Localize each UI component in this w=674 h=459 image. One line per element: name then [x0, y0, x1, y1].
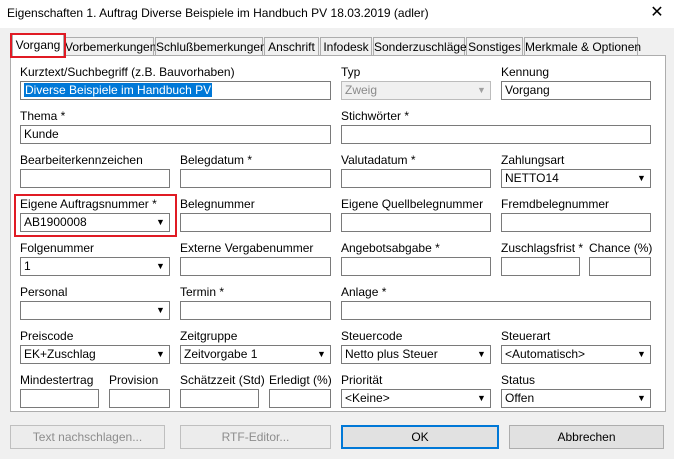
zeitgruppe-value: Zeitvorgabe 1: [184, 347, 258, 361]
tab-sonstiges[interactable]: Sonstiges: [466, 37, 523, 55]
folgenummer-select[interactable]: 1 ▼: [20, 257, 170, 276]
status-select[interactable]: Offen ▼: [501, 389, 651, 408]
ok-button[interactable]: OK: [341, 425, 499, 449]
steuerart-value: <Automatisch>: [505, 347, 586, 361]
personal-select[interactable]: ▼: [20, 301, 170, 320]
kennung-input[interactable]: Vorgang: [501, 81, 651, 100]
preiscode-value: EK+Zuschlag: [24, 347, 96, 361]
kurztext-input[interactable]: Diverse Beispiele im Handbuch PV: [20, 81, 331, 100]
label-schaetzzeit: Schätzzeit (Std): [180, 373, 265, 387]
label-personal: Personal: [20, 285, 68, 299]
chevron-down-icon: ▼: [477, 85, 486, 95]
label-valutadatum: Valutadatum *: [341, 153, 416, 167]
label-stichwoerter: Stichwörter *: [341, 109, 410, 123]
label-quellbelegnummer: Eigene Quellbelegnummer: [341, 197, 484, 211]
label-steuerart: Steuerart: [501, 329, 551, 343]
steuercode-select[interactable]: Netto plus Steuer ▼: [341, 345, 491, 364]
label-zeitgruppe: Zeitgruppe: [180, 329, 238, 343]
termin-input[interactable]: [180, 301, 331, 320]
highlight-tab-vorgang: [10, 33, 66, 58]
label-termin: Termin *: [180, 285, 225, 299]
chevron-down-icon[interactable]: ▼: [634, 347, 649, 362]
belegdatum-input[interactable]: [180, 169, 331, 188]
label-preiscode: Preiscode: [20, 329, 74, 343]
chevron-down-icon[interactable]: ▼: [634, 171, 649, 186]
zeitgruppe-select[interactable]: Zeitvorgabe 1 ▼: [180, 345, 331, 364]
angebotsabgabe-input[interactable]: [341, 257, 491, 276]
label-steuercode: Steuercode: [341, 329, 403, 343]
label-ext-vergabenummer: Externe Vergabenummer: [180, 241, 314, 255]
chevron-down-icon[interactable]: ▼: [634, 391, 649, 406]
label-belegdatum: Belegdatum *: [180, 153, 253, 167]
anlage-input[interactable]: [341, 301, 651, 320]
close-icon[interactable]: ✕: [646, 3, 668, 23]
mindestertrag-input[interactable]: [20, 389, 99, 408]
fremdbelegnummer-input[interactable]: [501, 213, 651, 232]
ext-vergabenummer-input[interactable]: [180, 257, 331, 276]
chevron-down-icon[interactable]: ▼: [474, 347, 489, 362]
label-folgenummer: Folgenummer: [20, 241, 95, 255]
chevron-down-icon[interactable]: ▼: [153, 347, 168, 362]
provision-input[interactable]: [109, 389, 170, 408]
valutadatum-input[interactable]: [341, 169, 491, 188]
label-provision: Provision: [109, 373, 159, 387]
label-zahlungsart: Zahlungsart: [501, 153, 565, 167]
tab-infodesk[interactable]: Infodesk: [320, 37, 372, 55]
highlight-auftragsnummer: [14, 194, 177, 237]
cancel-button[interactable]: Abbrechen: [509, 425, 664, 449]
rtf-editor-button[interactable]: RTF-Editor...: [180, 425, 331, 449]
label-fremdbelegnummer: Fremdbelegnummer: [501, 197, 610, 211]
bearbeiter-input[interactable]: [20, 169, 170, 188]
erledigt-input[interactable]: [269, 389, 331, 408]
label-chance: Chance (%): [589, 241, 653, 255]
label-mindestertrag: Mindestertrag: [20, 373, 94, 387]
zahlungsart-value: NETTO14: [505, 171, 559, 185]
label-bearbeiter: Bearbeiterkennzeichen: [20, 153, 143, 167]
tab-merkmale-optionen[interactable]: Merkmale & Optionen: [524, 37, 641, 55]
label-typ: Typ: [341, 65, 361, 79]
label-belegnummer: Belegnummer: [180, 197, 255, 211]
label-prioritaet: Priorität: [341, 373, 383, 387]
tab-schlussbemerkungen[interactable]: Schlußbemerkungen: [155, 37, 267, 55]
label-thema: Thema *: [20, 109, 66, 123]
label-erledigt: Erledigt (%): [269, 373, 332, 387]
typ-select: Zweig ▼: [341, 81, 491, 100]
tab-sonderzuschlaege[interactable]: Sonderzuschläge: [373, 37, 467, 55]
label-kennung: Kennung: [501, 65, 550, 79]
kurztext-value: Diverse Beispiele im Handbuch PV: [24, 83, 213, 97]
steuercode-value: Netto plus Steuer: [345, 347, 438, 361]
chevron-down-icon[interactable]: ▼: [153, 303, 168, 318]
prioritaet-value: <Keine>: [345, 391, 390, 405]
window-title: Eigenschaften 1. Auftrag Diverse Beispie…: [7, 6, 429, 20]
stichwoerter-input[interactable]: [341, 125, 651, 144]
folgenummer-value: 1: [24, 259, 31, 273]
preiscode-select[interactable]: EK+Zuschlag ▼: [20, 345, 170, 364]
text-lookup-button[interactable]: Text nachschlagen...: [10, 425, 165, 449]
chevron-down-icon[interactable]: ▼: [314, 347, 329, 362]
belegnummer-input[interactable]: [180, 213, 331, 232]
prioritaet-select[interactable]: <Keine> ▼: [341, 389, 491, 408]
zahlungsart-select[interactable]: NETTO14 ▼: [501, 169, 651, 188]
label-zuschlagsfrist: Zuschlagsfrist *: [501, 241, 584, 255]
chevron-down-icon[interactable]: ▼: [474, 391, 489, 406]
chance-input[interactable]: [589, 257, 651, 276]
steuerart-select[interactable]: <Automatisch> ▼: [501, 345, 651, 364]
quellbelegnummer-input[interactable]: [341, 213, 491, 232]
zuschlagsfrist-input[interactable]: [501, 257, 580, 276]
label-kurztext: Kurztext/Suchbegriff (z.B. Bauvorhaben): [20, 65, 235, 79]
thema-input[interactable]: Kunde: [20, 125, 331, 144]
typ-value: Zweig: [345, 83, 378, 97]
label-angebotsabgabe: Angebotsabgabe *: [341, 241, 440, 255]
schaetzzeit-input[interactable]: [180, 389, 259, 408]
status-value: Offen: [505, 391, 535, 405]
chevron-down-icon[interactable]: ▼: [153, 259, 168, 274]
label-anlage: Anlage *: [341, 285, 387, 299]
tab-anschrift[interactable]: Anschrift: [264, 37, 319, 55]
tab-vorbemerkungen[interactable]: Vorbemerkungen: [64, 37, 156, 55]
label-status: Status: [501, 373, 536, 387]
